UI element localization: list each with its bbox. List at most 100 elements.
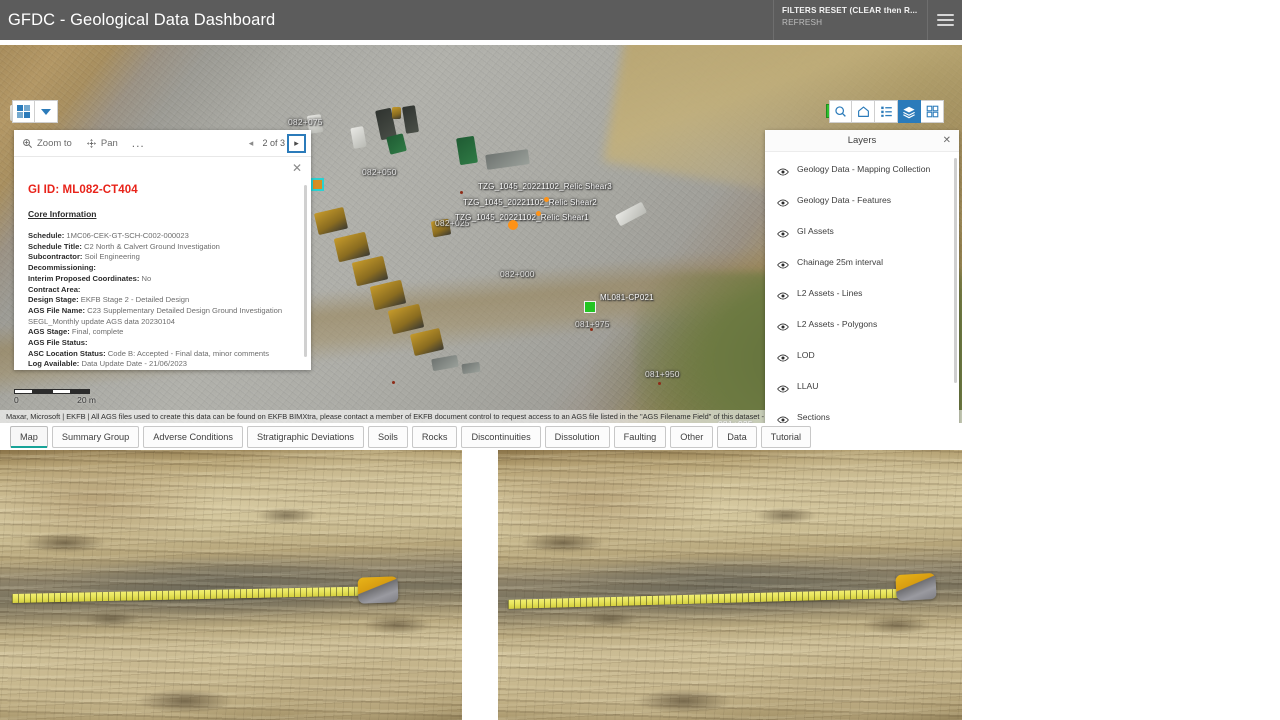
map-vehicle: [461, 362, 480, 374]
popup-field-label: Decommissioning:: [28, 263, 96, 272]
geology-photo-right[interactable]: [498, 450, 962, 720]
eye-visible-icon[interactable]: [777, 320, 789, 338]
pan-button[interactable]: Pan: [86, 138, 118, 149]
popup-prev-button[interactable]: ◂: [244, 137, 257, 150]
tab-discontinuities[interactable]: Discontinuities: [461, 426, 540, 448]
eye-visible-icon[interactable]: [777, 196, 789, 214]
map-point-marker[interactable]: [536, 211, 541, 216]
geology-photo-left[interactable]: [0, 450, 462, 720]
map-canvas[interactable]: 082+075 082+050 082+025 082+000 081+975 …: [0, 45, 962, 423]
tab-adverse-conditions[interactable]: Adverse Conditions: [143, 426, 243, 448]
popup-field: AGS File Status:: [28, 338, 297, 349]
map-vehicle: [402, 105, 419, 134]
layer-row[interactable]: Geology Data - Mapping Collection: [765, 158, 959, 189]
popup-field-label: AGS File Status:: [28, 338, 88, 347]
layers-list: Geology Data - Mapping Collection Geolog…: [765, 152, 959, 423]
tab-other[interactable]: Other: [670, 426, 713, 448]
popup-next-button[interactable]: ▸: [290, 137, 303, 150]
eye-visible-icon[interactable]: [777, 413, 789, 423]
popup-close-button[interactable]: ✕: [292, 162, 302, 174]
layer-row[interactable]: Sections: [765, 406, 959, 423]
basemap-dropdown-button[interactable]: [35, 100, 58, 123]
tab-soils[interactable]: Soils: [368, 426, 408, 448]
chevron-down-icon: [41, 109, 51, 115]
eye-visible-icon[interactable]: [777, 289, 789, 307]
popup-field-value: C2 North & Calvert Ground Investigation: [84, 242, 220, 251]
popup-field-value: Final, complete: [72, 327, 124, 336]
map-vehicle: [431, 219, 452, 238]
home-icon: [857, 105, 870, 118]
tab-data[interactable]: Data: [717, 426, 756, 448]
filters-reset-widget[interactable]: FILTERS RESET (CLEAR then R... REFRESH: [773, 0, 928, 40]
map-selected-asset-marker[interactable]: [584, 301, 596, 313]
hamburger-menu-button[interactable]: [928, 0, 962, 40]
map-label-feature: TZG_1045_20221102_Relic Shear3: [478, 182, 612, 191]
tab-map[interactable]: Map: [10, 426, 48, 448]
scale-max-label: 20 m: [77, 395, 96, 405]
layer-row[interactable]: Geology Data - Features: [765, 189, 959, 220]
map-point-marker[interactable]: [392, 381, 395, 384]
layer-row[interactable]: L2 Assets - Polygons: [765, 313, 959, 344]
basemap-button[interactable]: [12, 100, 35, 123]
layer-row[interactable]: LOD: [765, 344, 959, 375]
layer-list-button[interactable]: [898, 100, 921, 123]
rock-face-image: [498, 450, 962, 720]
tab-rocks[interactable]: Rocks: [412, 426, 458, 448]
zoom-to-button[interactable]: Zoom to: [22, 138, 72, 149]
eye-visible-icon[interactable]: [777, 351, 789, 369]
popup-field-value: No: [142, 274, 152, 283]
map-vehicle: [334, 232, 371, 263]
popup-field-value: Code B: Accepted - Final data, minor com…: [108, 349, 269, 358]
popup-gi-id: GI ID: ML082-CT404: [28, 184, 297, 196]
hamburger-menu-icon: [937, 11, 954, 29]
popup-page-counter: 2 of 3: [262, 138, 285, 148]
map-vehicle: [386, 133, 407, 155]
layer-label: GI Assets: [797, 226, 834, 238]
eye-visible-icon[interactable]: [777, 227, 789, 245]
map-point-marker[interactable]: [658, 382, 661, 385]
zoom-to-label: Zoom to: [37, 138, 72, 149]
popup-field: AGS Stage: Final, complete: [28, 327, 297, 338]
layer-row[interactable]: GI Assets: [765, 220, 959, 251]
search-button[interactable]: [829, 100, 852, 123]
eye-visible-icon[interactable]: [777, 382, 789, 400]
tab-stratigraphic-deviations[interactable]: Stratigraphic Deviations: [247, 426, 364, 448]
map-label-feature: TZG_1045_20221102_Relic Shear1: [455, 213, 589, 222]
map-vehicle: [485, 149, 530, 170]
map-point-marker[interactable]: [590, 328, 593, 331]
basemap-gallery-button[interactable]: [921, 100, 944, 123]
legend-icon: [880, 105, 893, 118]
legend-button[interactable]: [875, 100, 898, 123]
tab-faulting[interactable]: Faulting: [614, 426, 667, 448]
layer-row[interactable]: L2 Assets - Lines: [765, 282, 959, 313]
tab-summary-group[interactable]: Summary Group: [52, 426, 139, 448]
popup-scrollbar[interactable]: [304, 185, 307, 357]
layer-row[interactable]: Chainage 25m interval: [765, 251, 959, 282]
layers-scrollbar[interactable]: [954, 158, 957, 383]
map-vehicle: [392, 107, 401, 119]
layer-row[interactable]: LLAU: [765, 375, 959, 406]
map-point-marker[interactable]: [508, 220, 518, 230]
map-point-marker[interactable]: [460, 191, 463, 194]
eye-visible-icon[interactable]: [777, 258, 789, 276]
popup-more-button[interactable]: ...: [132, 137, 145, 149]
map-highlighted-asset-marker[interactable]: [311, 178, 324, 191]
eye-visible-icon[interactable]: [777, 165, 789, 183]
map-point-marker[interactable]: [544, 197, 549, 202]
layers-panel-title: Layers: [848, 135, 877, 146]
popup-field-label: Interim Proposed Coordinates:: [28, 274, 139, 283]
popup-field: Contract Area:: [28, 285, 297, 296]
popup-field: Design Stage: EKFB Stage 2 - Detailed De…: [28, 295, 297, 306]
home-extent-button[interactable]: [852, 100, 875, 123]
popup-field-value: 1MC06-CEK-GT-SCH-C002-000023: [66, 231, 188, 240]
tab-dissolution[interactable]: Dissolution: [545, 426, 610, 448]
popup-field-label: AGS Stage:: [28, 327, 70, 336]
layers-close-button[interactable]: ✕: [943, 136, 951, 146]
tab-tutorial[interactable]: Tutorial: [761, 426, 811, 448]
scale-bar-segments: [14, 389, 90, 394]
popup-field-label: Design Stage:: [28, 295, 79, 304]
popup-field: Interim Proposed Coordinates: No: [28, 274, 297, 285]
map-vehicle: [615, 202, 647, 227]
photo-gallery: [0, 450, 962, 720]
dashboard-app: GFDC - Geological Data Dashboard FILTERS…: [0, 0, 962, 720]
